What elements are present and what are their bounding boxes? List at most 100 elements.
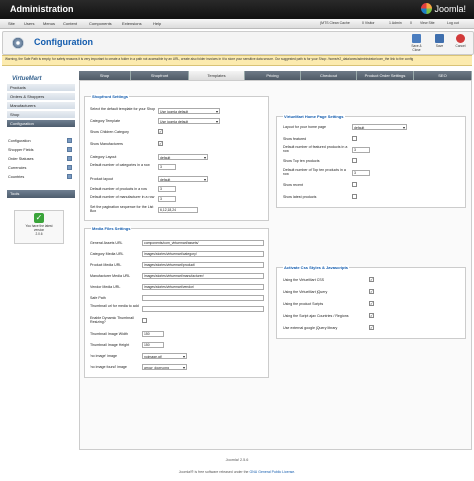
row-label: Category Media URL (90, 252, 124, 256)
vendor-media-url-input[interactable]: images/stories/virtuemart/vendor/ (142, 284, 264, 290)
gpl-link[interactable]: GNU General Public License. (249, 470, 295, 474)
virtuemart-css-checkbox[interactable]: ✓ (369, 277, 374, 282)
row-label: Default number of categories in a row (90, 163, 150, 167)
tab-templates[interactable]: Templates (189, 71, 245, 80)
update-status-box: ✓ You have the latest version 2.0.6 (14, 210, 64, 244)
google-jquery-checkbox[interactable]: ✓ (369, 325, 374, 330)
sidebar-subitem-currencies[interactable]: Currencies (8, 164, 74, 172)
row-label: Show Manufacturers (90, 142, 123, 146)
category-media-url-input[interactable]: images/stories/virtuemart/category/ (142, 251, 264, 257)
sidebar-subitem-configuration[interactable]: Configuration (8, 137, 74, 145)
manufacturer-media-url-input[interactable]: images/stories/virtuemart/manufacturer/ (142, 273, 264, 279)
homepage-layout-select[interactable]: default (352, 124, 407, 130)
menu-components[interactable]: Components (89, 21, 112, 26)
categories-per-row-input[interactable]: 3 (158, 164, 176, 170)
show-recent-checkbox[interactable] (352, 182, 357, 187)
pagination-sequence-input[interactable]: 6,12,18,24 (158, 207, 198, 213)
tab-product-order-settings[interactable]: Product Order Settings (357, 71, 414, 80)
tab-shop[interactable]: Shop (79, 71, 131, 80)
checkmark-icon: ✓ (34, 213, 44, 223)
safe-path-input[interactable] (142, 295, 264, 301)
sidebar-subitem-order-statuses[interactable]: Order Statuses (8, 155, 74, 163)
menu-menus[interactable]: Menus (43, 21, 55, 26)
category-template-select[interactable]: Use joomla default (158, 118, 220, 124)
page-title: Configuration (34, 37, 93, 47)
row-label: General Assets URL (90, 241, 123, 245)
row-label: 'no image found' image (90, 365, 127, 369)
virtuemart-logo: VirtueMart (12, 76, 42, 82)
menu-content[interactable]: Content (63, 21, 77, 26)
show-latest-checkbox[interactable] (352, 194, 357, 199)
row-label: Safe Path (90, 296, 106, 300)
shopfront-legend: Shopfront Settings (91, 94, 129, 99)
show-manufacturers-checkbox[interactable]: ✓ (158, 141, 163, 146)
row-label: Show featured (283, 137, 307, 141)
tab-pricing[interactable]: Pricing (245, 71, 301, 80)
no-image-found-select[interactable]: arrow_down.png (142, 364, 187, 370)
menu-extensions[interactable]: Extensions (122, 21, 142, 26)
row-label: Product Media URL (90, 263, 122, 267)
manufacturers-per-row-input[interactable]: 3 (158, 196, 176, 202)
sidebar-item-products[interactable]: Products (7, 84, 75, 92)
media-legend: Media Files Settings (91, 226, 132, 231)
save-close-button[interactable]: Save & Close (408, 33, 425, 52)
menu-help[interactable]: Help (153, 21, 161, 26)
thumbnail-height-input[interactable]: 150 (142, 342, 164, 348)
default-template-select[interactable]: Use joomla default (158, 108, 220, 114)
row-label: Category Template (90, 119, 121, 123)
css-scripts-settings: Activate Css Styles & Javascripts Using … (276, 265, 466, 339)
tab-checkout[interactable]: Checkout (301, 71, 357, 80)
tab-shopfront[interactable]: Shopfront (131, 71, 189, 80)
admin-header: Administration Joomla! (0, 0, 474, 19)
menu-site[interactable]: Site (8, 21, 15, 26)
media-files-settings: Media Files Settings General Assets URL … (84, 226, 269, 378)
tab-seo[interactable]: SEO (414, 71, 472, 80)
sidebar-item-manufacturers[interactable]: Manufacturers (7, 102, 75, 110)
messages-count[interactable]: 0 (410, 21, 412, 25)
menu-users[interactable]: Users (24, 21, 34, 26)
save-button[interactable]: Save (431, 33, 448, 52)
save-close-label: Save & Close (411, 44, 422, 52)
shopper-fields-icon (67, 147, 72, 152)
sidebar-item-configuration[interactable]: Configuration (7, 120, 75, 128)
sidebar-item-tools[interactable]: Tools (7, 190, 75, 198)
no-image-select[interactable]: noimage.gif (142, 353, 187, 359)
sidebar-item-orders-shoppers[interactable]: Orders & Shoppers (7, 93, 75, 101)
product-media-url-input[interactable]: images/stories/virtuemart/product/ (142, 262, 264, 268)
row-label: Show Children Category (90, 130, 129, 134)
sidebar-item-shop[interactable]: Shop (7, 111, 75, 119)
show-featured-checkbox[interactable] (352, 136, 357, 141)
joomla-logo: Joomla! (421, 3, 466, 14)
toolbar: Configuration Save & Close Save Cancel (2, 31, 474, 55)
row-label: Thumbnail Image Width (90, 332, 128, 336)
row-label: Enable Dynamic Thumbnail Resizing? (90, 316, 134, 324)
thumbnail-url-input[interactable] (142, 306, 264, 312)
thumbnail-width-input[interactable]: 150 (142, 331, 164, 337)
countries-icon (67, 174, 72, 179)
featured-per-row-input[interactable]: 3 (352, 147, 370, 153)
admin-title: Administration (10, 4, 74, 14)
row-label: Default number of manufacturer in a row (90, 195, 155, 199)
cache-info[interactable]: (MTS Clean Cache (320, 21, 350, 25)
virtuemart-jquery-checkbox[interactable]: ✓ (369, 289, 374, 294)
product-scripts-checkbox[interactable]: ✓ (369, 301, 374, 306)
row-label: Using the product Scripts (283, 302, 324, 306)
logout-link[interactable]: Log out (447, 21, 459, 25)
product-layout-select[interactable]: default (158, 176, 208, 182)
general-assets-url-input[interactable]: components/com_virtuemart/assets/ (142, 240, 264, 246)
row-label: Using the Script ajax Countries / Region… (283, 314, 349, 318)
top-ten-per-row-input[interactable]: 3 (352, 170, 370, 176)
order-statuses-icon (67, 156, 72, 161)
dynamic-thumbnail-checkbox[interactable] (142, 318, 147, 323)
shopfront-settings: Shopfront Settings Select the default te… (84, 94, 269, 221)
sidebar-subitem-shopper-fields[interactable]: Shopper Fields (8, 146, 74, 154)
cancel-button[interactable]: Cancel (452, 33, 469, 52)
view-site-link[interactable]: View Site (420, 21, 435, 25)
show-children-category-checkbox[interactable]: ✓ (158, 129, 163, 134)
products-per-row-input[interactable]: 3 (158, 186, 176, 192)
category-layout-select[interactable]: default (158, 154, 208, 160)
ajax-countries-checkbox[interactable]: ✓ (369, 313, 374, 318)
sidebar-subitem-countries[interactable]: Countries (8, 173, 74, 181)
show-top-ten-checkbox[interactable] (352, 158, 357, 163)
row-label: Product layout (90, 177, 113, 181)
